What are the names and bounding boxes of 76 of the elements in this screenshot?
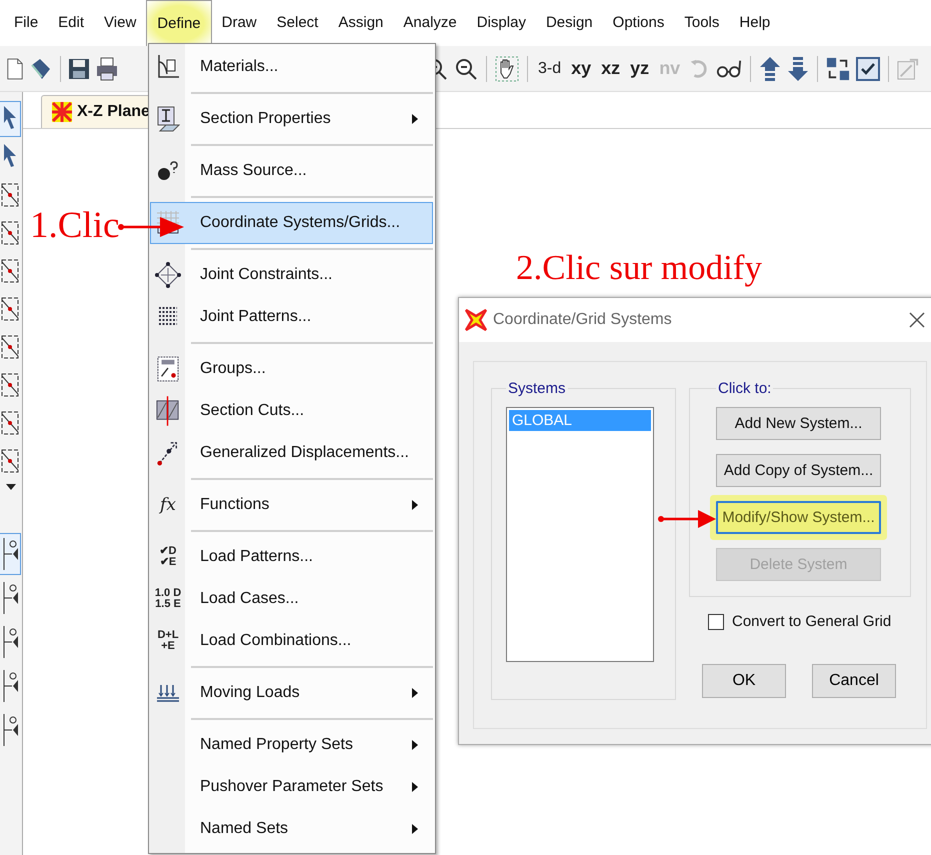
menu-item[interactable]: Named Sets	[150, 808, 433, 850]
menu-item-icon-text: fx	[160, 496, 176, 514]
menu-bar-item[interactable]: Edit	[48, 0, 94, 46]
up-arrow-icon[interactable]	[759, 56, 782, 82]
star-logo-icon	[52, 102, 72, 122]
new-file-icon[interactable]	[6, 56, 24, 80]
group-icon	[157, 356, 179, 382]
menu-item[interactable]: Generalized Displacements...	[150, 432, 433, 474]
star-logo-icon	[465, 309, 487, 331]
menu-bar-item[interactable]: Draw	[212, 0, 267, 46]
menu-bar-item[interactable]: View	[94, 0, 146, 46]
menu-bar-item[interactable]: Assign	[328, 0, 394, 46]
down-arrow-icon[interactable]	[787, 56, 810, 82]
moving-load-icon	[156, 684, 180, 702]
action-button[interactable]: Add Copy of System...	[716, 454, 881, 487]
dialog-title: Coordinate/Grid Systems	[493, 311, 672, 329]
dot-grid-icon	[158, 306, 178, 328]
menu-bar-item[interactable]: Help	[729, 0, 780, 46]
menu-bar-item[interactable]: Display	[466, 0, 536, 46]
menu-item[interactable]: Joint Patterns...	[150, 296, 433, 338]
menu-item[interactable]: 1.0 D 1.5 E Load Cases...	[150, 578, 433, 620]
menu-item[interactable]: Joint Constraints...	[150, 254, 433, 296]
menu-item[interactable]: D+L +E Load Combinations...	[150, 620, 433, 662]
menu-bar-item[interactable]: Analyze	[393, 0, 467, 46]
group-label: Systems	[507, 380, 567, 397]
menu-bar-item[interactable]: Options	[602, 0, 674, 46]
menu-item[interactable]: Mass Source...	[150, 150, 433, 192]
zoom-out-icon[interactable]	[454, 56, 478, 80]
displacement-icon	[156, 439, 180, 467]
open-book-icon[interactable]	[29, 56, 53, 80]
section-icon	[156, 106, 180, 132]
pan-hand-icon[interactable]	[495, 56, 519, 82]
checkbox[interactable]	[708, 614, 724, 630]
menu-item[interactable]: Named Property Sets	[150, 724, 433, 766]
view-button[interactable]: xz	[599, 58, 622, 79]
grid-icon	[155, 210, 181, 236]
pointer-arrow	[658, 509, 716, 529]
menu-bar-item[interactable]: Design	[536, 0, 603, 46]
caret-icon[interactable]	[6, 484, 16, 490]
ball-icon	[156, 160, 180, 182]
action-button[interactable]: Add New System...	[716, 407, 881, 440]
tab-title: X-Z Plane	[77, 103, 150, 121]
checkbox-label: Convert to General Grid	[732, 613, 892, 630]
menu-item-icon-text: ✔D ✔E	[160, 546, 176, 568]
dialog-button[interactable]: OK	[702, 664, 786, 698]
menu-bar-item[interactable]: File	[4, 0, 48, 46]
pointer-icon[interactable]	[0, 102, 20, 136]
menu-bar-item[interactable]: Select	[266, 0, 328, 46]
resize-icon[interactable]	[826, 56, 850, 80]
menu-item[interactable]: Materials...	[150, 46, 433, 88]
menu-bar-item[interactable]: Tools	[674, 0, 730, 46]
annotation-text: 2.Clic sur modify	[516, 248, 762, 288]
menu-item[interactable]: Section Cuts...	[150, 390, 433, 432]
menu-item[interactable]: ✔D ✔E Load Patterns...	[150, 536, 433, 578]
menu-item-icon-text: D+L +E	[157, 630, 179, 652]
menu-item[interactable]: Pushover Parameter Sets	[150, 766, 433, 808]
menu-item[interactable]: Moving Loads	[150, 672, 433, 714]
view-button[interactable]: 3-d	[536, 60, 564, 78]
print-icon[interactable]	[95, 56, 119, 80]
pointer-arrow	[118, 215, 184, 239]
annotation-text: 1.Clic	[30, 204, 120, 247]
checkbox-icon[interactable]	[856, 56, 880, 80]
view-button[interactable]: xy	[569, 58, 594, 79]
menu-bar-item[interactable]: Define	[146, 0, 212, 46]
menu-item[interactable]: Coordinate Systems/Grids...	[150, 202, 433, 244]
diamond-icon	[155, 262, 181, 288]
link-tool-icon[interactable]	[0, 534, 20, 574]
dialog-button[interactable]: Cancel	[812, 664, 896, 698]
menu-item-icon-text: 1.0 D 1.5 E	[154, 588, 182, 610]
menu-item[interactable]: fx Functions	[150, 484, 433, 526]
close-icon[interactable]	[909, 312, 925, 328]
menu-item[interactable]: Groups...	[150, 348, 433, 390]
section-cut-icon	[156, 395, 180, 427]
save-icon[interactable]	[68, 58, 90, 80]
view-button[interactable]: yz	[628, 58, 652, 79]
group-label: Click to:	[717, 380, 772, 397]
